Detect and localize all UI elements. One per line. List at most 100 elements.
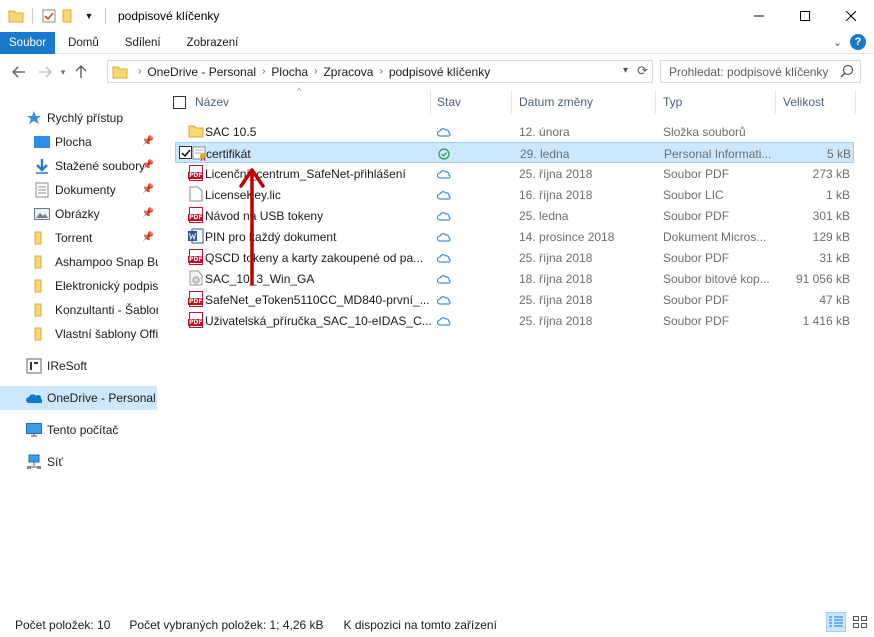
file-size: 301 kB — [812, 208, 850, 223]
annotation-arrow-icon — [239, 168, 265, 286]
sidebar-item-electronic-signature[interactable]: Elektronický podpis — [34, 274, 158, 298]
file-row[interactable]: QSCD tokeny a karty zakoupené od pa... 2… — [175, 247, 854, 268]
app-icon — [26, 358, 42, 374]
sidebar-item-label: OneDrive - Personal — [47, 391, 156, 405]
pin-icon[interactable]: 📌 — [142, 208, 154, 219]
file-row[interactable]: Licenční_centrum_SafeNet-přihlášení 25. … — [175, 163, 854, 184]
sidebar-item-documents[interactable]: Dokumenty 📌 — [34, 178, 158, 202]
sidebar-item-label: Elektronický podpis — [55, 279, 158, 293]
sidebar-item-label: Torrent — [55, 231, 93, 245]
item-count: Počet položek: 10 — [15, 618, 111, 632]
file-size: 1 kB — [825, 187, 850, 202]
file-row[interactable]: LicenseKey.lic 16. října 2018 Soubor LIC… — [175, 184, 854, 205]
file-size — [780, 121, 850, 142]
column-header-status[interactable]: Stav — [431, 90, 511, 114]
maximize-button[interactable] — [782, 0, 828, 32]
file-type: Soubor PDF — [663, 208, 730, 223]
file-date: 16. října 2018 — [519, 187, 593, 202]
file-type: Dokument Micros... — [663, 229, 767, 244]
column-divider[interactable] — [855, 90, 856, 114]
file-size: 31 kB — [819, 250, 850, 265]
breadcrumb-zpracova[interactable]: Zpracova — [323, 65, 373, 79]
properties-icon[interactable] — [41, 8, 57, 24]
star-icon — [26, 110, 42, 126]
recent-locations-button[interactable]: ▾ — [56, 61, 70, 83]
help-icon[interactable]: ? — [850, 34, 866, 50]
file-size: 129 kB — [812, 229, 850, 244]
column-divider[interactable] — [511, 90, 512, 114]
column-header-type[interactable]: Typ — [657, 90, 777, 114]
sidebar-item-network[interactable]: Síť — [26, 450, 160, 474]
forward-button[interactable] — [34, 61, 56, 83]
large-icons-view-button[interactable] — [850, 612, 870, 632]
column-divider[interactable] — [655, 90, 656, 114]
sidebar-item-torrent[interactable]: Torrent 📌 — [34, 226, 158, 250]
file-row-selected[interactable]: certifikát 29. ledna Personal Informati.… — [175, 142, 854, 163]
up-button[interactable] — [70, 61, 92, 83]
sidebar-item-desktop[interactable]: Plocha 📌 — [34, 130, 158, 154]
pin-icon[interactable]: 📌 — [142, 184, 154, 195]
sidebar-item-label: Síť — [47, 455, 63, 469]
pin-icon[interactable]: 📌 — [142, 232, 154, 243]
sidebar-item-iresoft[interactable]: IReSoft — [26, 354, 160, 378]
breadcrumb-plocha[interactable]: Plocha — [271, 65, 308, 79]
search-box[interactable] — [660, 60, 861, 83]
pin-icon[interactable]: 📌 — [142, 160, 154, 171]
title-bar: ▼ podpisové klíčenky — [0, 0, 874, 32]
select-all-checkbox[interactable] — [173, 96, 186, 109]
column-header-name[interactable]: Název — [189, 90, 429, 114]
refresh-icon[interactable]: ⟳ — [637, 63, 648, 79]
sidebar-item-consultants[interactable]: Konzultanti - Šablor — [34, 298, 158, 322]
cloud-status-icon — [437, 184, 507, 205]
address-bar[interactable]: › OneDrive - Personal › Plocha › Zpracov… — [107, 60, 653, 83]
sidebar-item-this-pc[interactable]: Tento počítač — [26, 418, 160, 442]
column-header-date[interactable]: Datum změny — [513, 90, 653, 114]
file-row[interactable]: Uživatelská_příručka_SAC_10-eIDAS_C... 2… — [175, 310, 854, 331]
ribbon-tabs: Soubor Domů Sdílení Zobrazení ⌄ ? — [0, 31, 874, 54]
file-date: 25. října 2018 — [519, 292, 593, 307]
pin-icon[interactable]: 📌 — [142, 136, 154, 147]
sidebar-item-quick-access[interactable]: Rychlý přístup — [26, 106, 160, 130]
tab-file[interactable]: Soubor — [0, 31, 56, 54]
search-input[interactable] — [669, 64, 829, 79]
new-folder-icon[interactable] — [61, 8, 77, 24]
column-divider[interactable] — [775, 90, 776, 114]
sidebar-item-downloads[interactable]: Stažené soubory 📌 — [34, 154, 158, 178]
onedrive-icon — [26, 390, 42, 406]
file-type: Soubor PDF — [663, 166, 730, 181]
column-header-size[interactable]: Velikost — [777, 90, 857, 114]
breadcrumb-separator-icon: › — [379, 66, 383, 77]
row-checkbox[interactable] — [179, 146, 192, 159]
address-dropdown-icon[interactable]: ▾ — [623, 65, 628, 76]
file-row[interactable]: SAC_10_3_Win_GA 18. října 2018 Soubor bi… — [175, 268, 854, 289]
close-button[interactable] — [828, 0, 874, 32]
sidebar-item-label: Dokumenty — [55, 183, 116, 197]
expand-ribbon-icon[interactable]: ⌄ — [833, 36, 842, 49]
sidebar-item-ashampoo[interactable]: Ashampoo Snap Bu — [34, 250, 158, 274]
computer-icon — [26, 422, 42, 438]
sidebar-item-office-templates[interactable]: Vlastní šablony Offi — [34, 322, 158, 346]
file-size: 1 416 kB — [802, 313, 850, 328]
word-icon — [188, 228, 204, 244]
breadcrumb-current[interactable]: podpisové klíčenky — [389, 65, 490, 79]
sidebar-item-label: Ashampoo Snap Bu — [55, 255, 158, 269]
sidebar-item-pictures[interactable]: Obrázky 📌 — [34, 202, 158, 226]
file-row[interactable]: PIN pro každý dokument 14. prosince 2018… — [175, 226, 854, 247]
customize-toolbar-icon[interactable]: ▼ — [81, 8, 97, 24]
minimize-button[interactable] — [736, 0, 782, 32]
download-icon — [34, 158, 50, 174]
disk-image-icon — [188, 270, 204, 286]
file-row[interactable]: SafeNet_eToken5110CC_MD840-první_... 25.… — [175, 289, 854, 310]
search-icon[interactable] — [840, 64, 854, 81]
back-button[interactable] — [8, 61, 30, 83]
sidebar-item-onedrive[interactable]: OneDrive - Personal — [0, 386, 157, 410]
tab-share[interactable]: Sdílení — [112, 32, 174, 54]
tab-view[interactable]: Zobrazení — [174, 32, 252, 54]
pdf-icon — [188, 312, 204, 328]
breadcrumb-onedrive[interactable]: OneDrive - Personal — [147, 65, 256, 79]
file-row[interactable]: SAC 10.5 12. února Složka souborů — [175, 121, 854, 142]
documents-icon — [34, 182, 50, 198]
tab-home[interactable]: Domů — [55, 32, 112, 54]
details-view-button[interactable] — [826, 612, 846, 632]
file-row[interactable]: Návod na USB tokeny 25. ledna Soubor PDF… — [175, 205, 854, 226]
